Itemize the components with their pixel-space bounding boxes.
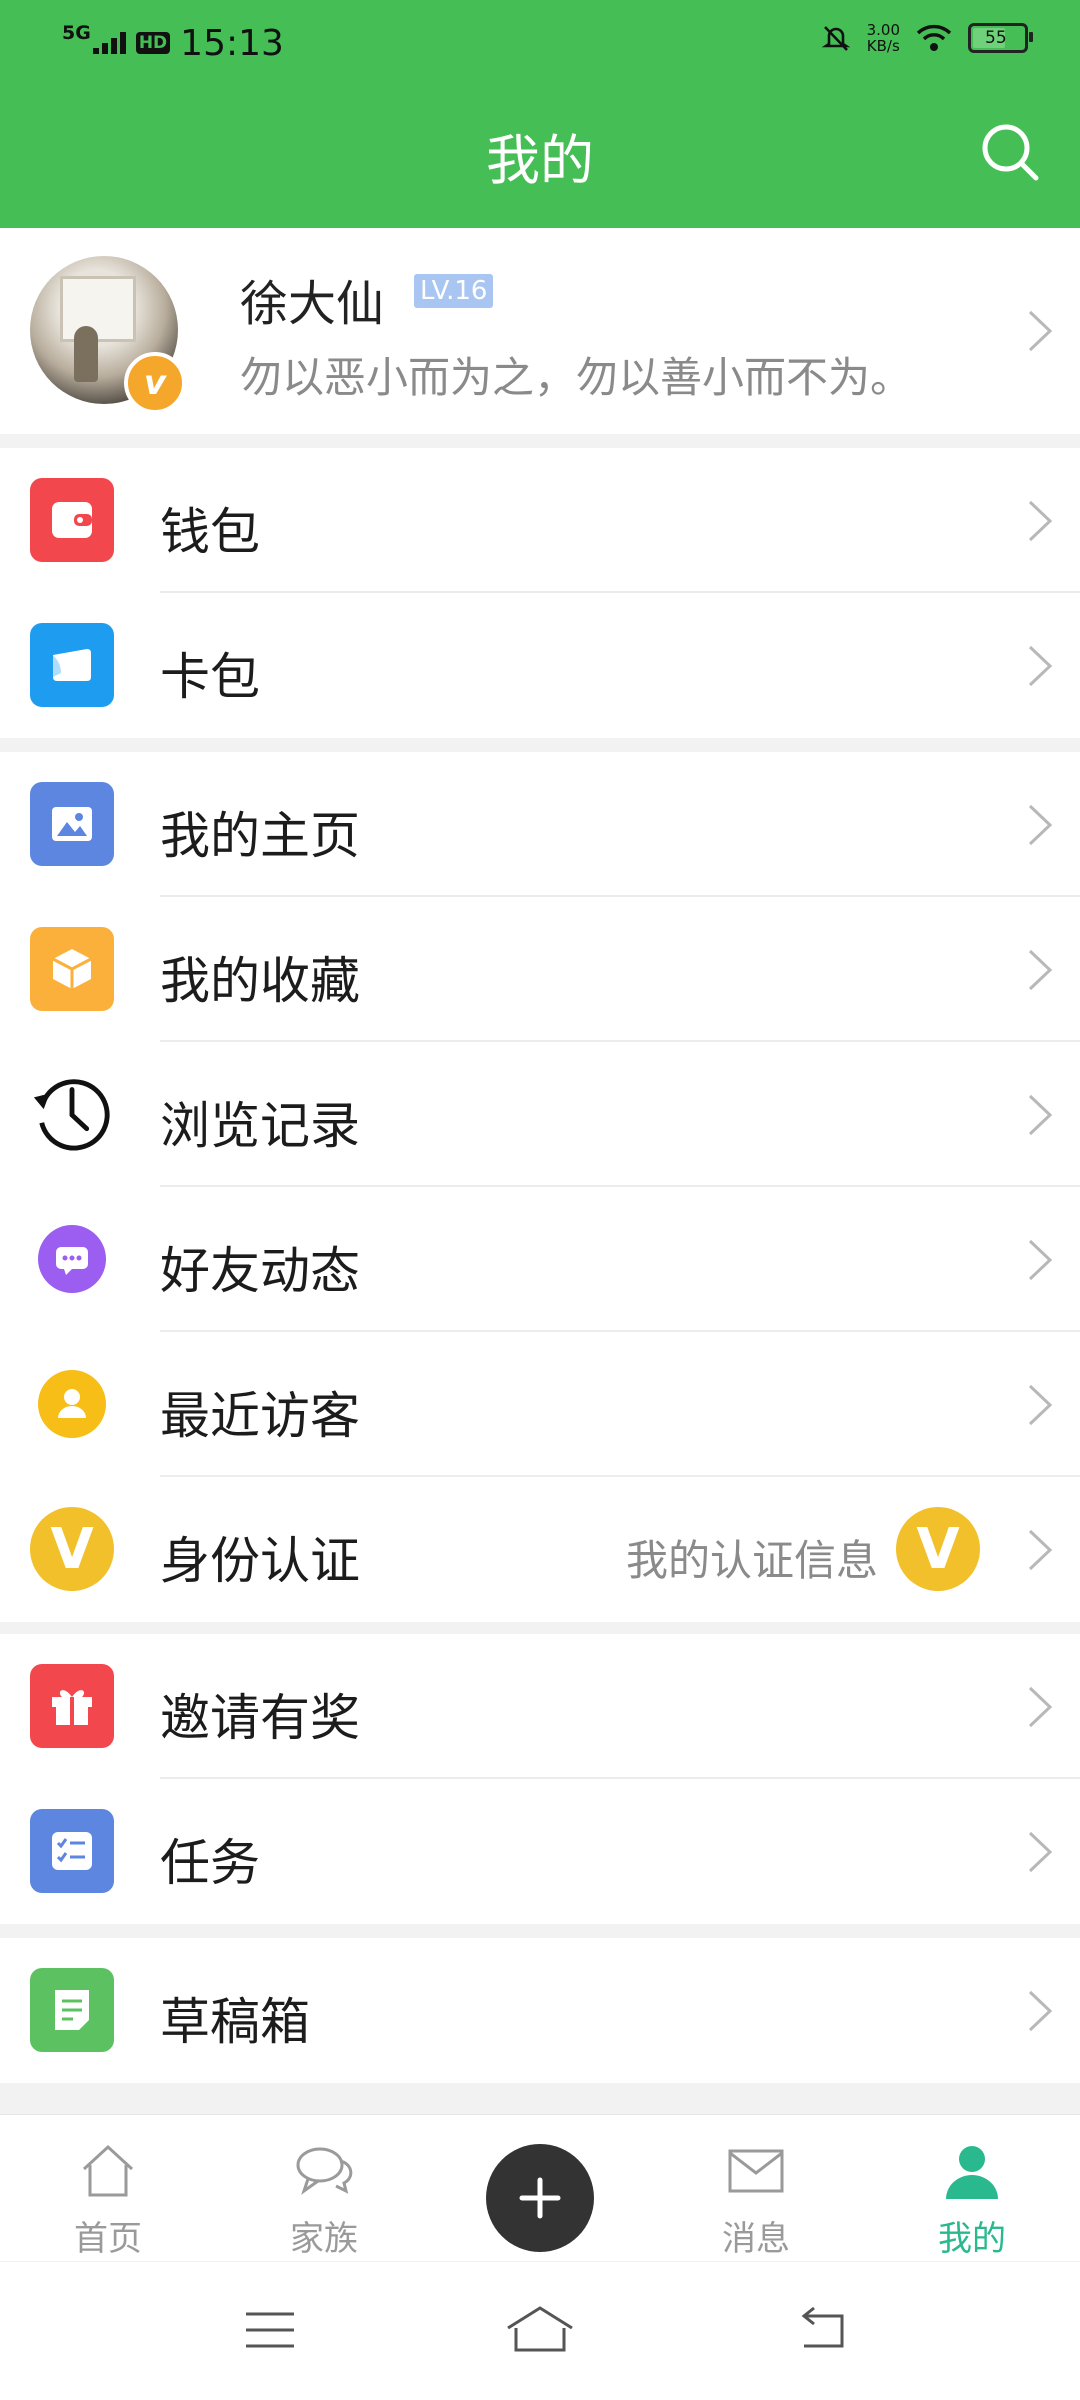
chevron-right-icon [1028,500,1053,542]
menu-label: 钱包 [160,503,260,561]
person-icon [946,2146,998,2199]
menu-item-tasks[interactable]: 任务 [0,1779,1080,1924]
verify-v-icon: V [30,1507,114,1591]
menu-group-personal: 我的主页 我的收藏 浏览记录 好友动态 最近访客 V 身份认证 我的认证信息 V [0,752,1080,1622]
menu-label: 我的收藏 [160,952,360,1010]
menu-icon[interactable] [240,2302,300,2358]
chevron-right-icon [1028,949,1053,991]
hd-badge: HD [135,32,171,54]
status-time: 15:13 [180,22,284,64]
tab-label: 我的 [938,2219,1006,2259]
menu-label: 浏览记录 [160,1097,360,1155]
menu-item-friend-feed[interactable]: 好友动态 [0,1187,1080,1332]
chevron-right-icon [1028,1239,1053,1281]
menu-item-visitors[interactable]: 最近访客 [0,1332,1080,1477]
wifi-icon [916,24,952,51]
tab-home[interactable]: 首页 [0,2115,216,2261]
menu-item-homepage[interactable]: 我的主页 [0,752,1080,897]
tab-label: 家族 [290,2219,358,2259]
app-header: 5G HD 15:13 3.00 KB/s 55 我的 [0,0,1080,228]
system-nav-bar [0,2262,1080,2400]
menu-group-finance: 钱包 卡包 [0,448,1080,738]
menu-label: 邀请有奖 [160,1689,360,1747]
network-type: 5G [62,22,91,44]
chevron-right-icon [1028,645,1053,687]
menu-group-drafts: 草稿箱 [0,1938,1080,2083]
chevron-right-icon [1028,1094,1053,1136]
battery-icon: 55 [968,23,1033,53]
chevron-right-icon [1028,1686,1053,1728]
checklist-icon [30,1809,114,1893]
menu-item-wallet[interactable]: 钱包 [0,448,1080,593]
menu-label: 卡包 [160,648,260,706]
menu-label: 好友动态 [160,1242,360,1300]
tab-messages[interactable]: 消息 [648,2115,864,2261]
chevron-right-icon [1028,1529,1053,1571]
chevron-right-icon [1028,310,1053,352]
signal-icon [92,32,126,54]
tab-label: 消息 [722,2219,790,2259]
profile-motto: 勿以恶小而为之，勿以善小而不为。 [240,353,913,402]
verified-badge-icon: V [896,1507,980,1591]
home-icon [82,2144,134,2197]
menu-item-identity[interactable]: V 身份认证 我的认证信息 V [0,1477,1080,1622]
wallet-icon [30,478,114,562]
gift-icon [30,1664,114,1748]
menu-item-invite[interactable]: 邀请有奖 [0,1634,1080,1779]
menu-label: 任务 [160,1834,260,1892]
search-icon[interactable] [978,120,1042,184]
menu-item-favorites[interactable]: 我的收藏 [0,897,1080,1042]
document-icon [30,1968,114,2052]
tab-label: 首页 [74,2219,142,2259]
chevron-right-icon [1028,1831,1053,1873]
history-clock-icon [30,1072,114,1156]
tab-family[interactable]: 家族 [216,2115,432,2261]
chevron-right-icon [1028,1384,1053,1426]
back-icon[interactable] [792,2302,852,2358]
verified-badge-icon: v [124,352,186,414]
menu-group-rewards: 邀请有奖 任务 [0,1634,1080,1924]
user-icon [30,1362,114,1446]
plus-icon [519,2177,561,2219]
profile-card[interactable]: v 徐大仙 LV.16 勿以恶小而为之，勿以善小而不为。 [0,228,1080,434]
menu-item-card-wallet[interactable]: 卡包 [0,593,1080,738]
menu-item-drafts[interactable]: 草稿箱 [0,1938,1080,2083]
compose-plus-button[interactable] [486,2144,594,2252]
menu-item-history[interactable]: 浏览记录 [0,1042,1080,1187]
chat-icon [296,2147,353,2195]
menu-label: 身份认证 [160,1532,360,1590]
mute-icon [821,26,850,51]
menu-label: 草稿箱 [160,1993,310,2051]
tab-profile[interactable]: 我的 [864,2115,1080,2261]
card-icon [30,623,114,707]
box-icon [30,927,114,1011]
level-badge: LV.16 [414,274,494,308]
status-bar: 5G HD 15:13 3.00 KB/s 55 [0,0,1080,80]
profile-name: 徐大仙 [240,276,385,332]
menu-label: 我的主页 [160,807,360,865]
network-speed: 3.00 KB/s [866,21,900,55]
chevron-right-icon [1028,1990,1053,2032]
picture-icon [30,782,114,866]
chat-bubble-icon [30,1217,114,1301]
menu-label: 最近访客 [160,1387,360,1445]
mail-icon [728,2149,784,2193]
identity-status: 我的认证信息 [625,1536,878,1585]
page-title: 我的 [486,129,594,192]
home-nav-icon[interactable] [504,2302,576,2358]
chevron-right-icon [1028,804,1053,846]
